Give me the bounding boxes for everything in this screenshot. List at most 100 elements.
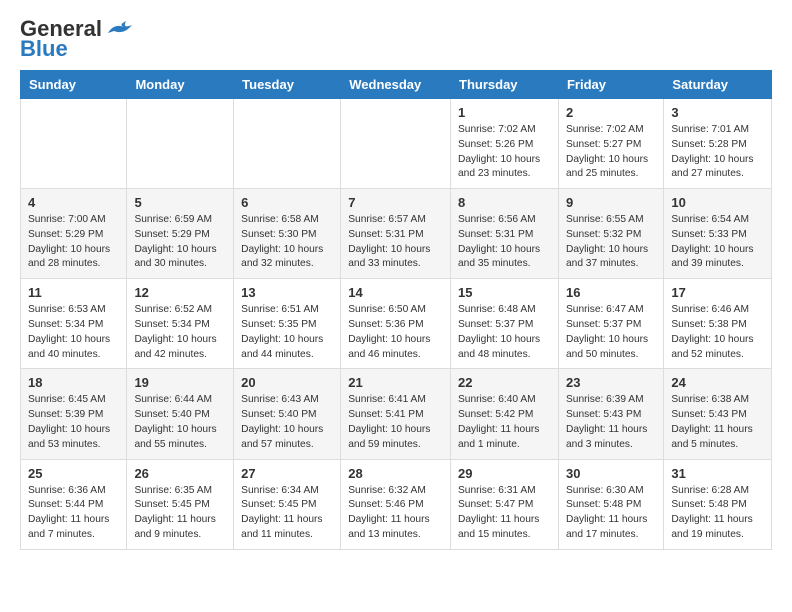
day-info: Sunrise: 6:40 AM Sunset: 5:42 PM Dayligh…	[458, 393, 551, 452]
day-number: 12	[134, 285, 226, 300]
calendar-cell: 10Sunrise: 6:54 AM Sunset: 5:33 PM Dayli…	[664, 189, 772, 279]
day-info: Sunrise: 6:56 AM Sunset: 5:31 PM Dayligh…	[458, 213, 551, 272]
day-number: 15	[458, 285, 551, 300]
calendar-week-row: 1 Sunrise: 7:02 AM Sunset: 5:26 PM Daylig…	[21, 99, 772, 189]
day-info: Sunrise: 6:43 AM Sunset: 5:40 PM Dayligh…	[241, 393, 333, 452]
day-header-monday: Monday	[127, 71, 234, 99]
calendar-cell: 7 Sunrise: 6:57 AM Sunset: 5:31 PM Daylig…	[341, 189, 451, 279]
day-header-wednesday: Wednesday	[341, 71, 451, 99]
calendar-cell: 22 Sunrise: 6:40 AM Sunset: 5:42 PM Dayli…	[451, 369, 559, 459]
day-number: 19	[134, 375, 226, 390]
day-info: Sunrise: 6:57 AM Sunset: 5:31 PM Dayligh…	[348, 213, 443, 272]
calendar-cell: 13 Sunrise: 6:51 AM Sunset: 5:35 PM Dayli…	[234, 279, 341, 369]
day-header-thursday: Thursday	[451, 71, 559, 99]
day-info: Sunrise: 6:28 AM Sunset: 5:48 PM Dayligh…	[671, 484, 764, 543]
day-info: Sunrise: 6:50 AM Sunset: 5:36 PM Dayligh…	[348, 303, 443, 362]
day-number: 23	[566, 375, 656, 390]
day-header-sunday: Sunday	[21, 71, 127, 99]
calendar-cell: 3Sunrise: 7:01 AM Sunset: 5:28 PM Daylig…	[664, 99, 772, 189]
day-number: 30	[566, 466, 656, 481]
day-number: 29	[458, 466, 551, 481]
calendar-cell: 11 Sunrise: 6:53 AM Sunset: 5:34 PM Dayli…	[21, 279, 127, 369]
day-info: Sunrise: 6:30 AM Sunset: 5:48 PM Dayligh…	[566, 484, 656, 543]
calendar-cell: 24 Sunrise: 6:38 AM Sunset: 5:43 PM Dayli…	[664, 369, 772, 459]
day-number: 11	[28, 285, 119, 300]
calendar-cell: 4 Sunrise: 7:00 AM Sunset: 5:29 PM Daylig…	[21, 189, 127, 279]
calendar-cell: 29 Sunrise: 6:31 AM Sunset: 5:47 PM Dayli…	[451, 459, 559, 549]
day-info: Sunrise: 6:35 AM Sunset: 5:45 PM Dayligh…	[134, 484, 226, 543]
day-number: 7	[348, 195, 443, 210]
day-number: 21	[348, 375, 443, 390]
calendar-cell	[127, 99, 234, 189]
day-info: Sunrise: 6:46 AM Sunset: 5:38 PM Dayligh…	[671, 303, 764, 362]
calendar-cell	[21, 99, 127, 189]
day-number: 18	[28, 375, 119, 390]
day-number: 13	[241, 285, 333, 300]
calendar-cell: 12 Sunrise: 6:52 AM Sunset: 5:34 PM Dayli…	[127, 279, 234, 369]
day-number: 1	[458, 105, 551, 120]
day-header-saturday: Saturday	[664, 71, 772, 99]
calendar-cell: 23 Sunrise: 6:39 AM Sunset: 5:43 PM Dayli…	[558, 369, 663, 459]
day-number: 3	[671, 105, 764, 120]
calendar-cell: 17 Sunrise: 6:46 AM Sunset: 5:38 PM Dayli…	[664, 279, 772, 369]
day-info: Sunrise: 6:41 AM Sunset: 5:41 PM Dayligh…	[348, 393, 443, 452]
day-header-tuesday: Tuesday	[234, 71, 341, 99]
calendar-cell: 28Sunrise: 6:32 AM Sunset: 5:46 PM Dayli…	[341, 459, 451, 549]
calendar-cell: 15 Sunrise: 6:48 AM Sunset: 5:37 PM Dayli…	[451, 279, 559, 369]
calendar-cell: 2Sunrise: 7:02 AM Sunset: 5:27 PM Daylig…	[558, 99, 663, 189]
day-number: 2	[566, 105, 656, 120]
day-number: 17	[671, 285, 764, 300]
calendar-cell: 25 Sunrise: 6:36 AM Sunset: 5:44 PM Dayli…	[21, 459, 127, 549]
day-info: Sunrise: 6:52 AM Sunset: 5:34 PM Dayligh…	[134, 303, 226, 362]
calendar-cell	[234, 99, 341, 189]
day-info: Sunrise: 6:31 AM Sunset: 5:47 PM Dayligh…	[458, 484, 551, 543]
day-number: 20	[241, 375, 333, 390]
day-info: Sunrise: 6:36 AM Sunset: 5:44 PM Dayligh…	[28, 484, 119, 543]
day-info: Sunrise: 7:02 AM Sunset: 5:26 PM Dayligh…	[458, 123, 551, 182]
day-number: 8	[458, 195, 551, 210]
day-info: Sunrise: 6:48 AM Sunset: 5:37 PM Dayligh…	[458, 303, 551, 362]
calendar-week-row: 11 Sunrise: 6:53 AM Sunset: 5:34 PM Dayli…	[21, 279, 772, 369]
day-info: Sunrise: 7:00 AM Sunset: 5:29 PM Dayligh…	[28, 213, 119, 272]
calendar-cell	[341, 99, 451, 189]
day-header-friday: Friday	[558, 71, 663, 99]
day-info: Sunrise: 6:32 AM Sunset: 5:46 PM Dayligh…	[348, 484, 443, 543]
calendar-cell: 1 Sunrise: 7:02 AM Sunset: 5:26 PM Daylig…	[451, 99, 559, 189]
day-number: 22	[458, 375, 551, 390]
day-number: 25	[28, 466, 119, 481]
calendar-cell: 27 Sunrise: 6:34 AM Sunset: 5:45 PM Dayli…	[234, 459, 341, 549]
day-info: Sunrise: 6:58 AM Sunset: 5:30 PM Dayligh…	[241, 213, 333, 272]
day-info: Sunrise: 6:51 AM Sunset: 5:35 PM Dayligh…	[241, 303, 333, 362]
day-info: Sunrise: 6:45 AM Sunset: 5:39 PM Dayligh…	[28, 393, 119, 452]
header: General Blue	[20, 16, 772, 62]
day-number: 24	[671, 375, 764, 390]
calendar-cell: 9 Sunrise: 6:55 AM Sunset: 5:32 PM Daylig…	[558, 189, 663, 279]
calendar-cell: 14 Sunrise: 6:50 AM Sunset: 5:36 PM Dayli…	[341, 279, 451, 369]
day-info: Sunrise: 6:38 AM Sunset: 5:43 PM Dayligh…	[671, 393, 764, 452]
day-number: 9	[566, 195, 656, 210]
day-info: Sunrise: 6:39 AM Sunset: 5:43 PM Dayligh…	[566, 393, 656, 452]
logo-blue: Blue	[20, 36, 68, 62]
calendar-cell: 26Sunrise: 6:35 AM Sunset: 5:45 PM Dayli…	[127, 459, 234, 549]
calendar-cell: 19 Sunrise: 6:44 AM Sunset: 5:40 PM Dayli…	[127, 369, 234, 459]
calendar-cell: 8 Sunrise: 6:56 AM Sunset: 5:31 PM Daylig…	[451, 189, 559, 279]
day-number: 14	[348, 285, 443, 300]
day-info: Sunrise: 6:59 AM Sunset: 5:29 PM Dayligh…	[134, 213, 226, 272]
day-info: Sunrise: 6:44 AM Sunset: 5:40 PM Dayligh…	[134, 393, 226, 452]
calendar-week-row: 4 Sunrise: 7:00 AM Sunset: 5:29 PM Daylig…	[21, 189, 772, 279]
calendar-cell: 6Sunrise: 6:58 AM Sunset: 5:30 PM Daylig…	[234, 189, 341, 279]
calendar-header-row: SundayMondayTuesdayWednesdayThursdayFrid…	[21, 71, 772, 99]
calendar-cell: 30 Sunrise: 6:30 AM Sunset: 5:48 PM Dayli…	[558, 459, 663, 549]
calendar-cell: 16Sunrise: 6:47 AM Sunset: 5:37 PM Dayli…	[558, 279, 663, 369]
calendar-cell: 21 Sunrise: 6:41 AM Sunset: 5:41 PM Dayli…	[341, 369, 451, 459]
day-info: Sunrise: 6:55 AM Sunset: 5:32 PM Dayligh…	[566, 213, 656, 272]
day-number: 5	[134, 195, 226, 210]
calendar-cell: 31Sunrise: 6:28 AM Sunset: 5:48 PM Dayli…	[664, 459, 772, 549]
day-number: 27	[241, 466, 333, 481]
calendar-week-row: 18 Sunrise: 6:45 AM Sunset: 5:39 PM Dayli…	[21, 369, 772, 459]
day-info: Sunrise: 6:34 AM Sunset: 5:45 PM Dayligh…	[241, 484, 333, 543]
day-number: 4	[28, 195, 119, 210]
calendar-week-row: 25 Sunrise: 6:36 AM Sunset: 5:44 PM Dayli…	[21, 459, 772, 549]
day-info: Sunrise: 6:53 AM Sunset: 5:34 PM Dayligh…	[28, 303, 119, 362]
day-info: Sunrise: 6:54 AM Sunset: 5:33 PM Dayligh…	[671, 213, 764, 272]
